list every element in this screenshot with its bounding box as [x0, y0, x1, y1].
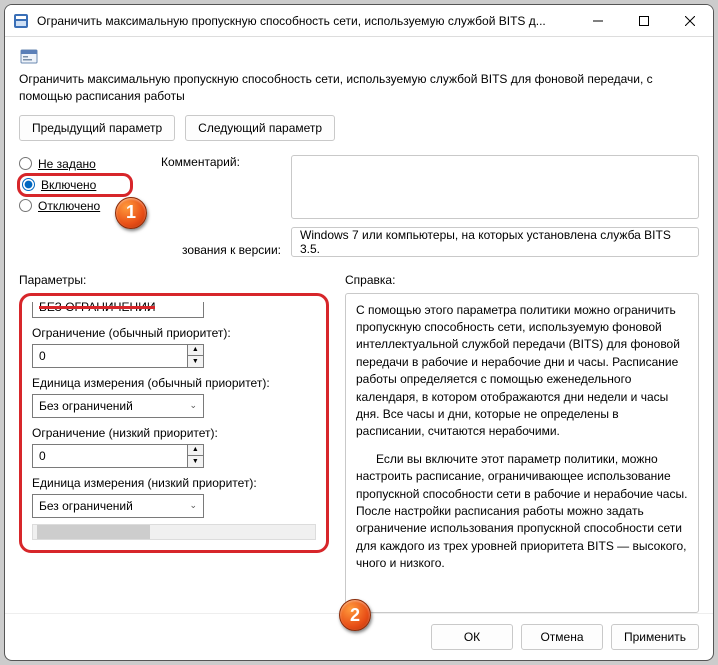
params-hscrollbar[interactable] — [32, 524, 316, 540]
version-text: Windows 7 или компьютеры, на которых уст… — [300, 228, 690, 256]
nav-row: Предыдущий параметр Следующий параметр — [19, 115, 699, 141]
help-label: Справка: — [345, 273, 699, 287]
mid-row: Не задано Включено Отключено 1 Комментар… — [19, 155, 699, 259]
radio-enabled-row: Включено — [19, 173, 151, 197]
limit-low-spinner[interactable]: ▲▼ — [187, 445, 203, 467]
radio-enabled-label: Включено — [41, 178, 96, 192]
maximize-button[interactable] — [621, 5, 667, 37]
radio-enabled-input[interactable] — [22, 178, 35, 191]
policy-description: Ограничить максимальную пропускную спосо… — [19, 71, 699, 105]
ok-button[interactable]: ОК — [431, 624, 513, 650]
comment-label: Комментарий: — [161, 155, 281, 169]
limit-normal-spinner[interactable]: ▲▼ — [187, 345, 203, 367]
content: Ограничить максимальную пропускную спосо… — [5, 37, 713, 613]
window-title: Ограничить максимальную пропускную спосо… — [37, 14, 575, 28]
comment-textarea[interactable] — [291, 155, 699, 219]
radio-disabled-label: Отключено — [38, 199, 100, 213]
limit-low-input[interactable]: ▲▼ — [32, 444, 204, 468]
limit-normal-label: Ограничение (обычный приоритет): — [32, 326, 316, 340]
labels-col: Комментарий: зования к версии: — [161, 155, 281, 259]
unit-low-select[interactable]: Без ограничений ⌄ — [32, 494, 204, 518]
version-box: Windows 7 или компьютеры, на которых уст… — [291, 227, 699, 257]
top-select[interactable]: БЕЗ ОГРАНИЧЕНИЙ — [32, 302, 204, 318]
radio-not-configured[interactable]: Не задано — [19, 155, 151, 173]
params-label: Параметры: — [19, 273, 329, 287]
limit-normal-field[interactable] — [33, 345, 187, 367]
help-box[interactable]: С помощью этого параметра политики можно… — [345, 293, 699, 613]
radio-enabled[interactable]: Включено — [17, 173, 133, 197]
previous-setting-button[interactable]: Предыдущий параметр — [19, 115, 175, 141]
params-scroll[interactable]: БЕЗ ОГРАНИЧЕНИЙ Ограничение (обычный при… — [32, 302, 316, 540]
help-paragraph-2: Если вы включите этот параметр политики,… — [356, 451, 688, 573]
cancel-button[interactable]: Отмена — [521, 624, 603, 650]
chevron-down-icon: ⌄ — [189, 400, 197, 411]
callout-1: 1 — [115, 197, 147, 229]
radio-disabled-input[interactable] — [19, 199, 32, 212]
limit-low-field[interactable] — [33, 445, 187, 467]
titlebar: Ограничить максимальную пропускную спосо… — [5, 5, 713, 37]
unit-low-label: Единица измерения (низкий приоритет): — [32, 476, 316, 490]
app-icon — [13, 13, 29, 29]
version-label: зования к версии: — [161, 243, 281, 257]
help-paragraph-1: С помощью этого параметра политики можно… — [356, 302, 688, 441]
lower-row: Параметры: БЕЗ ОГРАНИЧЕНИЙ Ограничение (… — [19, 273, 699, 613]
page-icon — [19, 47, 39, 67]
help-column: Справка: С помощью этого параметра полит… — [345, 273, 699, 613]
limit-low-label: Ограничение (низкий приоритет): — [32, 426, 316, 440]
unit-normal-label: Единица измерения (обычный приоритет): — [32, 376, 316, 390]
state-radios: Не задано Включено Отключено 1 — [19, 155, 151, 259]
next-setting-button[interactable]: Следующий параметр — [185, 115, 335, 141]
radio-not-configured-input[interactable] — [19, 157, 32, 170]
policy-dialog: Ограничить максимальную пропускную спосо… — [4, 4, 714, 661]
limit-normal-input[interactable]: ▲▼ — [32, 344, 204, 368]
params-box: БЕЗ ОГРАНИЧЕНИЙ Ограничение (обычный при… — [19, 293, 329, 553]
minimize-button[interactable] — [575, 5, 621, 37]
fields-col: Windows 7 или компьютеры, на которых уст… — [291, 155, 699, 259]
chevron-down-icon: ⌄ — [189, 500, 197, 511]
close-button[interactable] — [667, 5, 713, 37]
apply-button[interactable]: Применить — [611, 624, 699, 650]
params-column: Параметры: БЕЗ ОГРАНИЧЕНИЙ Ограничение (… — [19, 273, 329, 613]
unit-normal-select[interactable]: Без ограничений ⌄ — [32, 394, 204, 418]
callout-2: 2 — [339, 599, 371, 631]
radio-not-configured-label: Не задано — [38, 157, 96, 171]
